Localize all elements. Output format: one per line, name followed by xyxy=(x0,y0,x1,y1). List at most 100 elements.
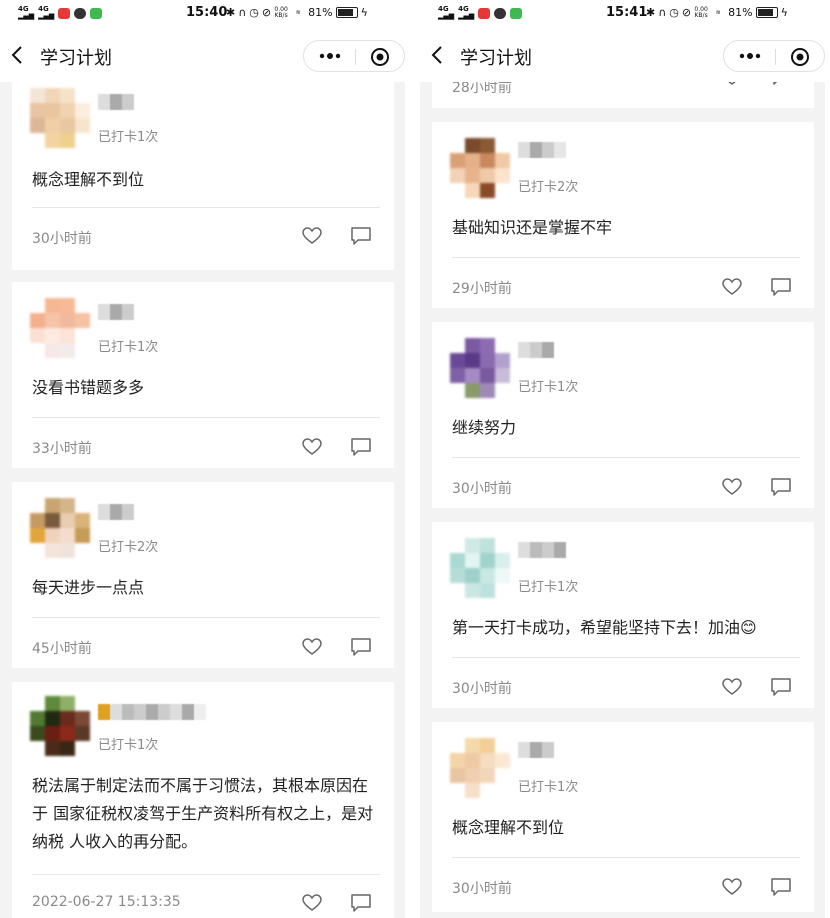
avatar[interactable] xyxy=(30,88,90,148)
page-title: 学习计划 xyxy=(40,48,112,69)
heart-icon[interactable] xyxy=(722,278,742,296)
comment-icon[interactable] xyxy=(770,82,792,86)
alarm-icon: ◷ xyxy=(249,6,259,19)
battery-icon xyxy=(755,7,778,18)
wifi-icon: ≋ xyxy=(295,8,301,16)
charging-icon: ϟ xyxy=(360,6,368,19)
checkin-card: 已打卡1次 继续努力 30小时前 xyxy=(432,322,814,508)
signal-icon: 4G ▂▄▆ xyxy=(438,5,455,20)
avatar[interactable] xyxy=(30,696,90,756)
comment-icon[interactable] xyxy=(770,677,792,697)
checkin-count: 已打卡1次 xyxy=(518,380,579,395)
record-target-icon[interactable] xyxy=(370,47,390,67)
divider xyxy=(452,457,800,458)
username-blurred xyxy=(518,742,554,758)
comment-icon[interactable] xyxy=(350,437,372,457)
network-speed-icon: 0.00 KB/s xyxy=(274,5,288,19)
checkin-count: 已打卡1次 xyxy=(98,738,159,753)
divider xyxy=(32,617,380,618)
checkin-text: 没看书错题多多 xyxy=(32,378,145,397)
heart-icon[interactable] xyxy=(722,678,742,696)
checkin-feed: 28小时前 已打卡2次 基础知识还是掌握不牢 29小时前 已打卡1次 继续努力 … xyxy=(420,82,825,918)
signal-icon: 4G ▂▄▆ xyxy=(38,5,55,20)
divider xyxy=(32,874,380,875)
comment-icon[interactable] xyxy=(770,877,792,897)
comment-icon[interactable] xyxy=(350,893,372,913)
chevron-left-icon[interactable] xyxy=(430,45,444,65)
capsule-divider xyxy=(775,49,776,65)
heart-icon[interactable] xyxy=(302,227,322,245)
network-speed-icon: 0.00 KB/s xyxy=(694,5,708,19)
comment-icon[interactable] xyxy=(770,477,792,497)
checkin-card: 已打卡1次 第一天打卡成功，希望能坚持下去！加油😊 30小时前 xyxy=(432,522,814,708)
username-blurred xyxy=(518,142,566,158)
status-bar: 4G ▂▄▆ 4G ▂▄▆ 15:41 ✱ ∩ ◷ ⊘ 0.00 KB/s ≋ 81%… xyxy=(420,0,825,28)
chevron-left-icon[interactable] xyxy=(10,45,24,65)
heart-icon[interactable] xyxy=(722,82,742,86)
app-notification-icon xyxy=(494,7,507,19)
divider xyxy=(452,657,800,658)
comment-icon[interactable] xyxy=(350,637,372,657)
avatar[interactable] xyxy=(30,298,90,358)
post-time: 45小时前 xyxy=(32,641,92,657)
more-dots-icon[interactable] xyxy=(738,49,762,63)
page-title: 学习计划 xyxy=(460,48,532,69)
checkin-card: 已打卡1次 没看书错题多多 33小时前 xyxy=(12,282,394,468)
post-time: 2022-06-27 15:13:35 xyxy=(32,894,181,910)
divider xyxy=(452,857,800,858)
checkin-card: 已打卡1次 概念理解不到位 30小时前 xyxy=(432,722,814,912)
bluetooth-icon: ✱ xyxy=(646,6,656,19)
heart-icon[interactable] xyxy=(302,894,322,912)
checkin-card-partial: 28小时前 xyxy=(432,82,814,108)
post-time: 30小时前 xyxy=(32,231,92,247)
checkin-text: 概念理解不到位 xyxy=(452,818,565,837)
heart-icon[interactable] xyxy=(722,878,742,896)
capsule-divider xyxy=(355,49,356,65)
battery-icon xyxy=(335,7,358,18)
avatar[interactable] xyxy=(450,538,510,598)
avatar[interactable] xyxy=(450,138,510,198)
checkin-count: 已打卡1次 xyxy=(518,580,579,595)
status-time: 15:41 xyxy=(606,5,648,20)
comment-icon[interactable] xyxy=(770,277,792,297)
checkin-count: 已打卡1次 xyxy=(518,780,579,795)
headset-icon: ∩ xyxy=(658,6,667,19)
miniprogram-capsule xyxy=(723,40,825,72)
mute-icon: ⊘ xyxy=(681,6,692,19)
checkin-card: 已打卡1次 税法属于制定法而不属于习惯法，其根本原因在于 国家征税权凌驾于生产资… xyxy=(12,682,394,918)
avatar[interactable] xyxy=(450,738,510,798)
username-blurred xyxy=(98,304,134,320)
nav-bar: 学习计划 xyxy=(0,28,405,82)
comment-icon[interactable] xyxy=(350,226,372,246)
checkin-card: 已打卡2次 基础知识还是掌握不牢 29小时前 xyxy=(432,122,814,308)
post-time: 33小时前 xyxy=(32,441,92,457)
signal-icon: 4G ▂▄▆ xyxy=(458,5,475,20)
app-notification-icon xyxy=(510,7,523,19)
more-dots-icon[interactable] xyxy=(318,49,342,63)
checkin-count: 已打卡2次 xyxy=(98,540,159,555)
post-time: 30小时前 xyxy=(452,481,512,497)
avatar[interactable] xyxy=(30,498,90,558)
heart-icon[interactable] xyxy=(302,638,322,656)
post-time: 30小时前 xyxy=(452,881,512,897)
battery-percent: 81% xyxy=(728,6,753,19)
phone-screen-right: 4G ▂▄▆ 4G ▂▄▆ 15:41 ✱ ∩ ◷ ⊘ 0.00 KB/s ≋ 81%… xyxy=(420,0,825,918)
checkin-text: 税法属于制定法而不属于习惯法，其根本原因在于 国家征税权凌驾于生产资料所有权之上… xyxy=(32,776,374,851)
miniprogram-capsule xyxy=(303,40,405,72)
charging-icon: ϟ xyxy=(780,6,788,19)
checkin-count: 已打卡1次 xyxy=(98,130,159,145)
avatar[interactable] xyxy=(450,338,510,398)
checkin-feed: 已打卡1次 概念理解不到位 30小时前 已打卡1次 没看书错题多多 33小时前 xyxy=(0,82,405,918)
alarm-icon: ◷ xyxy=(669,6,679,19)
app-notification-icon xyxy=(478,7,491,19)
record-target-icon[interactable] xyxy=(790,47,810,67)
checkin-text: 第一天打卡成功，希望能坚持下去！加油😊 xyxy=(452,618,757,637)
post-time: 29小时前 xyxy=(452,281,512,297)
username-blurred xyxy=(518,342,554,358)
heart-icon[interactable] xyxy=(722,478,742,496)
app-notification-icon xyxy=(58,7,71,19)
checkin-count: 已打卡1次 xyxy=(98,340,159,355)
battery-percent: 81% xyxy=(308,6,333,19)
username-blurred xyxy=(98,504,134,520)
heart-icon[interactable] xyxy=(302,438,322,456)
